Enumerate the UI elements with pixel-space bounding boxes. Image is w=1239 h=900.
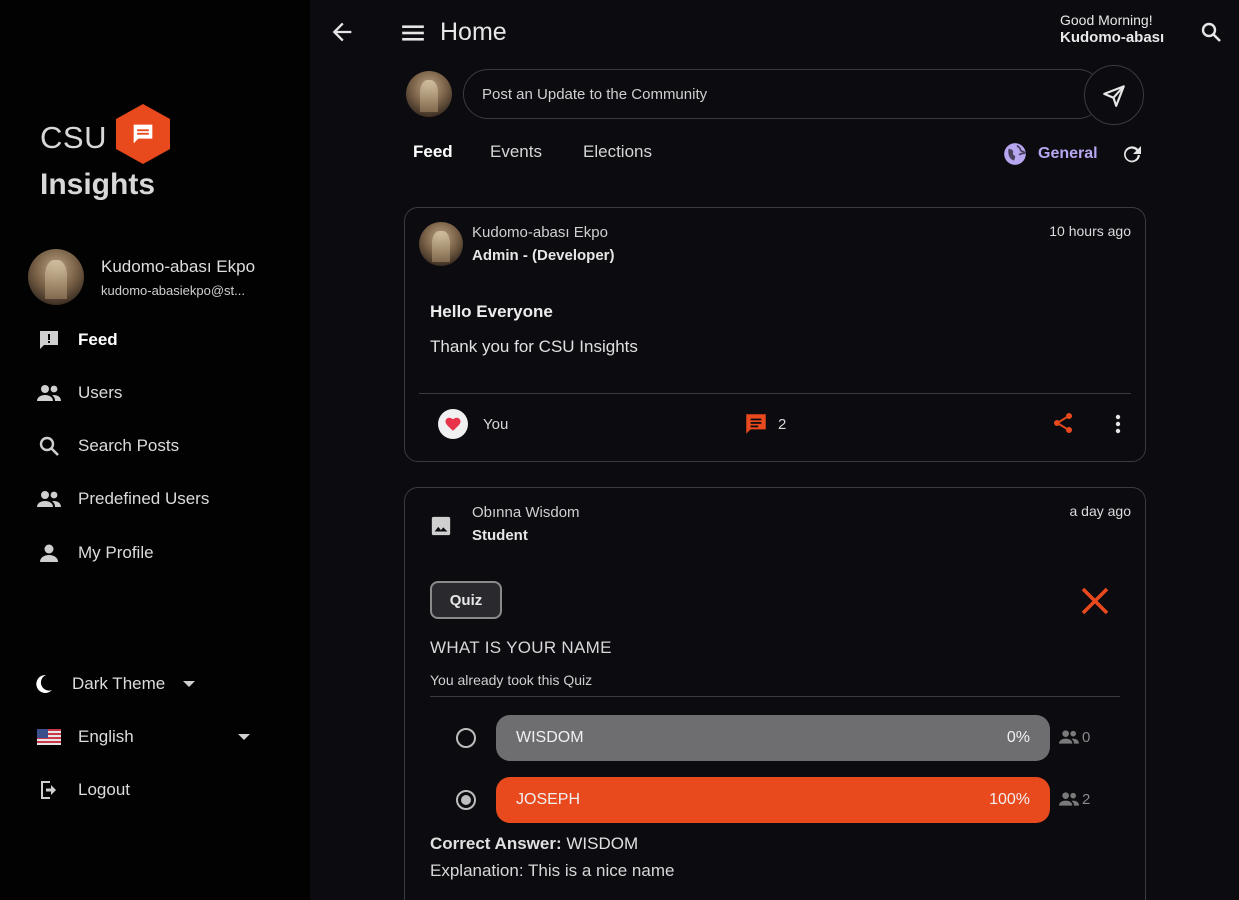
quiz-option[interactable]: WISDOM 0%	[496, 715, 1050, 761]
quiz-badge: Quiz	[430, 581, 502, 619]
logo-text-csu: CSU	[40, 120, 107, 155]
audience-filter[interactable]: General	[1002, 141, 1098, 167]
refresh-icon[interactable]	[1120, 142, 1144, 166]
theme-label: Dark Theme	[72, 674, 166, 693]
users-icon	[36, 486, 62, 512]
send-button[interactable]	[1084, 65, 1144, 125]
feed-icon	[36, 327, 62, 353]
share-icon[interactable]	[1051, 411, 1077, 437]
sidebar-item-users[interactable]: Users	[36, 375, 286, 411]
explanation: Explanation: This is a nice name	[430, 861, 675, 880]
sidebar-item-label: Users	[78, 383, 123, 402]
option-radio[interactable]	[456, 728, 476, 748]
divider	[430, 696, 1120, 697]
quiz-question: WHAT IS YOUR NAME	[430, 638, 612, 657]
logout-label: Logout	[78, 780, 130, 799]
chevron-down-icon	[183, 681, 196, 687]
like-button[interactable]	[438, 409, 468, 439]
image-placeholder-icon	[430, 515, 452, 537]
profile-name: Kudomo-abası Ekpo	[101, 257, 256, 276]
sidebar-item-feed[interactable]: Feed	[36, 322, 286, 358]
correct-answer-value: WISDOM	[566, 834, 639, 853]
tab-events[interactable]: Events	[490, 142, 542, 162]
users-icon	[1059, 792, 1079, 806]
users-icon	[36, 380, 62, 406]
user-profile[interactable]: Kudomo-abası Ekpo kudomo-abasiekpo@st...	[28, 249, 298, 305]
moon-icon	[30, 671, 56, 697]
close-icon[interactable]	[1077, 583, 1113, 619]
option-radio[interactable]	[456, 790, 476, 810]
post-update-input[interactable]	[463, 69, 1103, 119]
correct-answer: Correct Answer: WISDOM	[430, 834, 638, 854]
search-icon[interactable]	[1199, 20, 1223, 44]
chevron-down-icon	[237, 734, 250, 740]
sidebar-item-search-posts[interactable]: Search Posts	[36, 428, 286, 464]
profile-email: kudomo-abasiekpo@st...	[101, 283, 245, 298]
filter-label: General	[1038, 145, 1098, 162]
language-selector[interactable]: English	[36, 719, 286, 755]
sidebar-item-label: My Profile	[78, 543, 154, 562]
person-icon	[36, 540, 62, 566]
page-title: Home	[440, 18, 507, 46]
avatar	[28, 249, 84, 305]
send-icon	[1103, 85, 1125, 107]
post-role: Student	[472, 527, 528, 544]
logout-icon	[36, 777, 62, 803]
post-time: a day ago	[1069, 503, 1132, 519]
option-label: WISDOM	[516, 729, 584, 746]
users-icon	[1059, 730, 1079, 744]
post-card: Kudomo-abası Ekpo Admin - (Developer) 10…	[404, 207, 1146, 462]
comment-icon[interactable]	[743, 411, 771, 439]
option-votes: 0	[1056, 727, 1090, 747]
theme-selector[interactable]: Dark Theme	[30, 666, 280, 702]
greeting-name: Kudomo-abası	[1060, 29, 1165, 46]
logo-text-insights: Insights	[40, 168, 156, 201]
quiz-note: You already took this Quiz	[430, 672, 593, 688]
chat-logo-icon	[116, 104, 170, 164]
post-body: Thank you for CSU Insights	[430, 337, 638, 356]
sidebar-item-label: Feed	[78, 330, 118, 349]
vote-count: 0	[1082, 728, 1091, 746]
back-arrow-icon[interactable]	[328, 18, 356, 46]
menu-icon[interactable]	[400, 20, 426, 46]
language-label: English	[78, 727, 134, 746]
comment-count: 2	[778, 416, 787, 433]
quiz-option[interactable]: JOSEPH 100%	[496, 777, 1050, 823]
greeting: Good Morning! Kudomo-abası	[1060, 11, 1164, 47]
avatar	[419, 222, 463, 266]
sidebar-item-label: Search Posts	[78, 436, 180, 455]
option-votes: 2	[1056, 789, 1090, 809]
post-heading: Hello Everyone	[430, 302, 553, 321]
more-vert-icon[interactable]	[1107, 411, 1129, 437]
sidebar: CSU Insights Kudomo-abası Ekpo kudomo-ab…	[0, 0, 310, 900]
avatar	[406, 71, 452, 117]
option-percent: 0%	[1006, 729, 1030, 746]
logout-button[interactable]: Logout	[36, 772, 286, 808]
divider	[419, 393, 1131, 394]
option-label: JOSEPH	[516, 791, 581, 808]
option-percent: 100%	[989, 791, 1030, 808]
post-role: Admin - (Developer)	[472, 247, 615, 264]
globe-icon	[1004, 143, 1026, 165]
sidebar-item-label: Predefined Users	[78, 489, 210, 508]
us-flag-icon	[36, 724, 62, 750]
vote-count: 2	[1082, 790, 1091, 808]
sidebar-item-my-profile[interactable]: My Profile	[36, 535, 286, 571]
post-author: Kudomo-abası Ekpo	[472, 224, 608, 241]
likes-label: You	[483, 416, 509, 433]
sidebar-item-predefined-users[interactable]: Predefined Users	[36, 481, 286, 517]
tab-elections[interactable]: Elections	[583, 142, 652, 162]
post-time: 10 hours ago	[1049, 223, 1131, 239]
post-card: Obınna Wisdom Student a day ago Quiz WHA…	[404, 487, 1146, 900]
post-author: Obınna Wisdom	[472, 504, 580, 521]
greeting-text: Good Morning!	[1060, 12, 1153, 28]
search-icon	[36, 433, 62, 459]
heart-icon	[445, 417, 461, 431]
tab-feed[interactable]: Feed	[413, 142, 453, 162]
correct-answer-label: Correct Answer:	[430, 834, 562, 853]
